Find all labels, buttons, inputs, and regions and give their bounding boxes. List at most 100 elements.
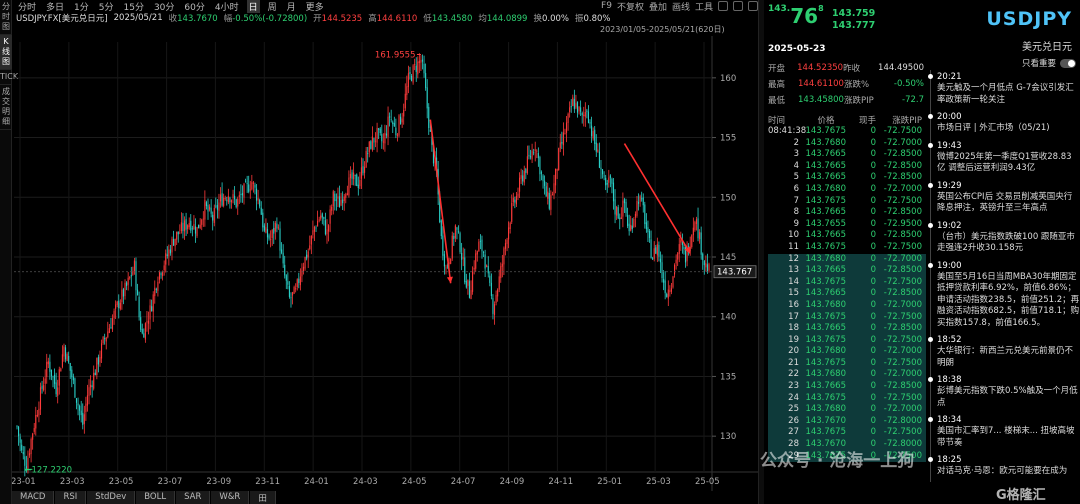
- candle-body: [514, 199, 516, 203]
- tick-row[interactable]: 16 143.7680 0 -72.7000: [768, 299, 926, 312]
- popout-icon[interactable]: [748, 1, 758, 11]
- tick-row[interactable]: 4 143.7665 0 -72.8500: [768, 161, 926, 173]
- high-value: 144.6110: [376, 14, 418, 24]
- tick-row[interactable]: 23 143.7665 0 -72.8500: [768, 381, 926, 393]
- tick-row[interactable]: 24 143.7675 0 -72.7500: [768, 392, 926, 405]
- news-item[interactable]: 20:21 美元触及一个月低点 G-7会议引发汇率政策新一轮关注: [928, 70, 1080, 110]
- tick-row[interactable]: 25 143.7680 0 -72.7000: [768, 404, 926, 416]
- tf-timeshare[interactable]: 分时: [16, 0, 38, 13]
- tick-row[interactable]: 11 143.7675 0 -72.7500: [768, 242, 926, 254]
- news-headline: 美国市汇率到7... 楼梯末... 扭坡高坡 带节奏: [937, 426, 1075, 448]
- candle-body: [160, 273, 162, 276]
- settings-icon[interactable]: [718, 1, 728, 11]
- tick-row[interactable]: 18 143.7665 0 -72.8500: [768, 323, 926, 335]
- news-item[interactable]: 18:52 大华银行：新西兰元兑美元前景仍不明朗: [928, 333, 1080, 373]
- tick-row[interactable]: 10 143.7665 0 -72.8500: [768, 230, 926, 242]
- tick-price: 143.7680: [805, 404, 846, 415]
- tick-row[interactable]: 6 143.7680 0 -72.7000: [768, 184, 926, 196]
- tf-more[interactable]: 更多: [304, 0, 326, 13]
- chart-canvas[interactable]: 130 135 140 145 150 155 160 23-01 23-03 23-05 23-0…: [12, 36, 758, 491]
- candle-body: [328, 225, 330, 232]
- candle-body: [72, 376, 74, 381]
- tick-price: 143.7675: [805, 311, 846, 322]
- tick-row[interactable]: 19 143.7675 0 -72.7500: [768, 334, 926, 347]
- tab-kline[interactable]: K线图: [0, 35, 12, 70]
- tick-volume: 0: [870, 149, 876, 160]
- x-tick-label: 24-07: [451, 477, 476, 487]
- candle-body: [356, 174, 358, 186]
- tick-row[interactable]: 8 143.7665 0 -72.8500: [768, 207, 926, 219]
- tab-stddev[interactable]: StdDev: [87, 491, 136, 504]
- candle-body: [55, 382, 57, 395]
- candle-body: [555, 168, 557, 186]
- tf-day[interactable]: 日: [246, 0, 260, 13]
- candle-body: [633, 218, 635, 227]
- tab-sar[interactable]: SAR: [176, 491, 211, 504]
- candle-body: [442, 235, 444, 256]
- candle-body: [298, 278, 300, 283]
- candle-body: [371, 136, 373, 151]
- candlestick-chart[interactable]: 130 135 140 145 150 155 160 23-01 23-03 23-05 23-0…: [12, 36, 758, 491]
- tick-row[interactable]: 20 143.7680 0 -72.7000: [768, 346, 926, 358]
- tick-row[interactable]: 3 143.7665 0 -72.8500: [768, 149, 926, 161]
- news-item[interactable]: 18:34 美国市汇率到7... 楼梯末... 扭坡高坡 带节奏: [928, 413, 1080, 453]
- tf-30min[interactable]: 30分: [152, 0, 176, 13]
- open-label: 开: [313, 14, 322, 24]
- candle-body: [88, 387, 90, 396]
- tab-timeshare[interactable]: 分时图: [0, 0, 12, 35]
- tab-tick[interactable]: TICK: [0, 70, 18, 85]
- tick-row[interactable]: 7 143.7675 0 -72.7500: [768, 196, 926, 208]
- tick-change: -72.9500: [883, 218, 922, 229]
- tab-rsi[interactable]: RSI: [55, 491, 87, 504]
- tick-change: -72.8000: [883, 415, 922, 426]
- tf-60min[interactable]: 60分: [182, 0, 206, 13]
- tick-row[interactable]: 08:41:38 143.7675 0 -72.7500: [768, 126, 926, 138]
- tf-4hour[interactable]: 4小时: [213, 0, 241, 13]
- tf-month[interactable]: 月: [285, 0, 298, 13]
- tick-row[interactable]: 5 143.7665 0 -72.8500: [768, 172, 926, 184]
- tf-5min[interactable]: 5分: [97, 0, 116, 13]
- news-time: 20:00: [937, 112, 962, 122]
- news-item[interactable]: 19:29 英国公布CPI后 交易员削减英国央行降息押注，英镑升至三年高点: [928, 179, 1080, 219]
- tools-button[interactable]: 工具: [695, 0, 713, 13]
- candle-body: [462, 257, 464, 259]
- candle-body: [489, 275, 491, 283]
- tick-rows[interactable]: 08:41:38 143.7675 0 -72.7500 2 143.7680 0 -72.7…: [768, 126, 926, 463]
- tick-row[interactable]: 9 143.7655 0 -72.9500: [768, 219, 926, 231]
- important-only-toggle[interactable]: [1060, 58, 1076, 68]
- add-indicator-icon[interactable]: 田: [250, 491, 276, 504]
- tick-row[interactable]: 26 143.7670 0 -72.8000: [768, 415, 926, 428]
- tf-multiday[interactable]: 多日: [44, 0, 66, 13]
- tab-macd[interactable]: MACD: [12, 491, 55, 504]
- tick-row[interactable]: 27 143.7675 0 -72.7500: [768, 427, 926, 440]
- tick-row[interactable]: 17 143.7675 0 -72.7500: [768, 311, 926, 324]
- layout-icon[interactable]: [733, 1, 743, 11]
- tick-change: -72.7500: [883, 357, 922, 368]
- tf-week[interactable]: 周: [266, 0, 279, 13]
- no-adjust-button[interactable]: 不复权: [617, 0, 644, 13]
- tick-row[interactable]: 21 143.7675 0 -72.7500: [768, 357, 926, 370]
- news-item[interactable]: 19:00 美国至5月16日当周MBA30年期固定抵押贷款利率6.92%，前值6.…: [928, 259, 1080, 334]
- tick-row[interactable]: 14 143.7675 0 -72.7500: [768, 276, 926, 289]
- tick-time: 21: [788, 357, 799, 368]
- tick-volume: 0: [870, 323, 876, 334]
- tick-row[interactable]: 12 143.7680 0 -72.7000: [768, 253, 926, 266]
- draw-line-button[interactable]: 画线: [672, 0, 690, 13]
- news-item[interactable]: 18:38 彭博美元指数下跌0.5%触及一个月低点: [928, 373, 1080, 413]
- news-item[interactable]: 18:25 对话马克·马恩：欧元可能要在成为: [928, 453, 1080, 482]
- tick-row[interactable]: 13 143.7665 0 -72.8500: [768, 265, 926, 277]
- candle-body: [237, 198, 239, 207]
- news-item[interactable]: 19:02 （台市）美元指数跌破100 跟随亚市走强连2升收30.158元: [928, 219, 1080, 259]
- overlay-button[interactable]: 叠加: [649, 0, 667, 13]
- tick-row[interactable]: 2 143.7680 0 -72.7000: [768, 138, 926, 150]
- news-item[interactable]: 20:00 市场日评 | 外汇市场（05/21): [928, 110, 1080, 139]
- tf-1min[interactable]: 1分: [72, 0, 91, 13]
- tab-wr[interactable]: W&R: [211, 491, 250, 504]
- tab-trade-details[interactable]: 成交明细: [0, 85, 12, 130]
- tf-15min[interactable]: 15分: [122, 0, 146, 13]
- tick-row[interactable]: 22 143.7680 0 -72.7000: [768, 369, 926, 382]
- news-item[interactable]: 19:43 微博2025年第一季度Q1营收28.83亿 调整后运营利润9.43亿: [928, 139, 1080, 179]
- f9-button[interactable]: F9: [601, 1, 612, 11]
- tick-row[interactable]: 15 143.7665 0 -72.8500: [768, 288, 926, 300]
- tab-boll[interactable]: BOLL: [136, 491, 176, 504]
